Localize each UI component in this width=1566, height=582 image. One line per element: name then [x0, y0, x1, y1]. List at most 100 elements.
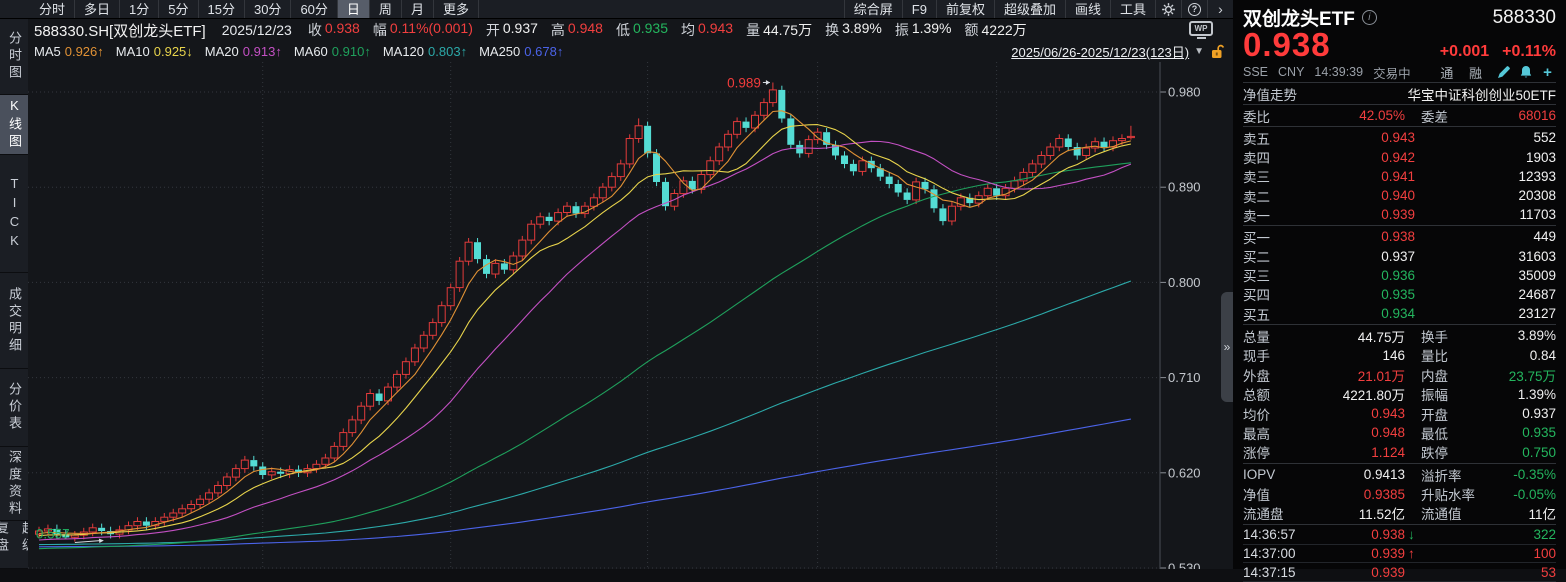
- ask-level-row[interactable]: 卖二 0.940 20308: [1243, 186, 1556, 205]
- ma-value: MA10 0.925↓: [116, 44, 193, 59]
- ask-level-row[interactable]: 卖三 0.941 12393: [1243, 167, 1556, 186]
- bid-level-row[interactable]: 买四 0.935 24687: [1243, 285, 1556, 304]
- sidebar-view-tab[interactable]: TICK: [0, 155, 28, 273]
- svg-text:0.800: 0.800: [1168, 275, 1201, 290]
- divider: [1243, 463, 1556, 464]
- price-row: 0.938 +0.001 +0.11%: [1243, 30, 1556, 63]
- quote-field: 振 1.39%: [895, 20, 952, 40]
- quote-field: 开 0.937: [486, 20, 538, 40]
- stats-row: 总额 4221.80万 振幅 1.39%: [1243, 384, 1556, 403]
- panel-collapse-handle[interactable]: »: [1221, 292, 1233, 402]
- toolbar-action-button[interactable]: 工具: [1110, 0, 1155, 18]
- period-tab[interactable]: 5分: [159, 0, 198, 18]
- time-sales-row: 14:37:00 0.939 ↑ 100: [1243, 545, 1556, 564]
- stats-row: 总量 44.75万 换手 3.89%: [1243, 326, 1556, 345]
- trading-status: 交易中: [1373, 63, 1411, 82]
- alert-bell-icon[interactable]: [1517, 65, 1534, 79]
- toolbar-action-button[interactable]: 画线: [1065, 0, 1110, 18]
- period-tab[interactable]: 60分: [291, 0, 337, 18]
- svg-text:0.890: 0.890: [1168, 180, 1201, 195]
- last-price: 0.938: [1243, 30, 1331, 60]
- divider: [1243, 524, 1556, 525]
- svg-text:0.530: 0.530: [1168, 561, 1201, 570]
- ma-indicator-bar: MA5 0.926↑ MA10 0.925↓ MA20 0.913↑ MA60 …: [28, 41, 1233, 62]
- period-tab[interactable]: 30分: [245, 0, 291, 18]
- date-range-selector[interactable]: 2025/06/26-2025/12/23(123日): [1011, 42, 1189, 61]
- symbol-label: 588330.SH[双创龙头ETF]: [34, 20, 206, 41]
- period-tab[interactable]: 1分: [120, 0, 159, 18]
- ma-value: MA60 0.910↑: [294, 44, 371, 59]
- ask-level-row[interactable]: 卖四 0.942 1903: [1243, 148, 1556, 167]
- bid-level-row[interactable]: 买三 0.936 35009: [1243, 266, 1556, 285]
- sidebar-view-tab[interactable]: 分价表: [0, 369, 28, 447]
- chevron-right-icon[interactable]: ›: [1207, 0, 1233, 18]
- toolbar-action-button[interactable]: 综合屏: [844, 0, 902, 18]
- ask-level-row[interactable]: 卖五 0.943 552: [1243, 128, 1556, 147]
- sidebar-view-tab[interactable]: K线图: [0, 95, 28, 155]
- trade-date-label: 2025/12/23: [222, 22, 292, 38]
- instrument-code: 588330: [1493, 7, 1556, 29]
- quote-field: 低 0.935: [616, 20, 668, 40]
- bid-level-row[interactable]: 买二 0.937 31603: [1243, 247, 1556, 266]
- ma-value: MA120 0.803↑: [383, 44, 467, 59]
- kline-chart-canvas[interactable]: 0.9800.8900.8000.7100.6200.5300.9890.557: [28, 62, 1233, 569]
- stats-row: 现手 146 量比 0.84: [1243, 346, 1556, 365]
- quote-field: 高 0.948: [551, 20, 603, 40]
- period-tab[interactable]: 更多: [434, 0, 479, 18]
- currency-label: CNY: [1278, 65, 1304, 79]
- help-icon[interactable]: ?: [1181, 0, 1207, 18]
- sidebar-view-tab[interactable]: 分时图: [0, 19, 28, 95]
- info-icon[interactable]: i: [1362, 10, 1377, 25]
- period-tab-list: 分时多日1分5分15分30分60分日周月更多: [30, 0, 479, 18]
- svg-text:0.980: 0.980: [1168, 85, 1201, 100]
- period-tab[interactable]: 月: [402, 0, 434, 18]
- quote-field: 量 44.75万: [746, 20, 812, 40]
- stats-section-main: 总量 44.75万 换手 3.89% 现手 146 量比 0.84 外盘 21.…: [1243, 326, 1556, 462]
- time-sales-row: 14:37:15 0.939 53: [1243, 563, 1556, 582]
- stats-row: 净值 0.9385 升贴水率 -0.05%: [1243, 484, 1556, 503]
- quote-info-bar: 588330.SH[双创龙头ETF] 2025/12/23 收 0.938 幅 …: [28, 19, 1233, 41]
- svg-text:0.620: 0.620: [1168, 465, 1201, 480]
- toolbar-action-button[interactable]: 超级叠加: [994, 0, 1065, 18]
- period-tab[interactable]: 周: [370, 0, 402, 18]
- period-tab[interactable]: 分时: [30, 0, 75, 18]
- sidebar-view-tab[interactable]: 深度资料: [0, 447, 28, 521]
- quote-field: 换 3.89%: [825, 20, 882, 40]
- quote-field: 额 4222万: [965, 20, 1027, 40]
- toolbar-action-button[interactable]: 前复权: [936, 0, 994, 18]
- quote-field-list: 收 0.938 幅 0.11%(0.001) 开 0.937 高 0.948 低…: [308, 20, 1040, 40]
- bid-level-row[interactable]: 买一 0.938 449: [1243, 227, 1556, 246]
- stats-row: 均价 0.943 开盘 0.937: [1243, 404, 1556, 423]
- stats-section-fund: IOPV 0.9413 溢折率 -0.35% 净值 0.9385 升贴水率 -0…: [1243, 465, 1556, 523]
- ask-level-row[interactable]: 卖一 0.939 11703: [1243, 205, 1556, 224]
- bid-levels: 买一 0.938 449 买二 0.937 31603 买三 0.936 350…: [1243, 227, 1556, 323]
- bid-level-row[interactable]: 买五 0.934 23127: [1243, 304, 1556, 323]
- stats-row: 涨停 1.124 跌停 0.750: [1243, 443, 1556, 462]
- settings-gear-icon[interactable]: [1155, 0, 1181, 18]
- commission-diff-value: 68016: [1493, 108, 1556, 123]
- stats-row: IOPV 0.9413 溢折率 -0.35%: [1243, 465, 1556, 484]
- time-sales-list: 14:36:57 0.938 ↓ 322 14:37:00 0.939 ↑ 10…: [1243, 526, 1556, 582]
- sidebar-view-tab[interactable]: 超级复盘: [0, 521, 28, 569]
- period-tab[interactable]: 日: [338, 0, 370, 18]
- unlock-icon[interactable]: [1211, 44, 1225, 60]
- period-tab[interactable]: 15分: [199, 0, 245, 18]
- wp-monitor-icon[interactable]: WP: [1189, 21, 1213, 39]
- chevron-down-icon[interactable]: ▼: [1194, 46, 1204, 57]
- nav-trend-row[interactable]: 净值走势 华宝中证科创创业50ETF: [1243, 84, 1556, 103]
- svg-text:0.710: 0.710: [1168, 370, 1201, 385]
- quote-panel: » 双创龙头ETF i 588330 0.938 +0.001 +0.11% S…: [1233, 0, 1566, 569]
- ma-value: MA5 0.926↑: [34, 44, 104, 59]
- toolbar-action-button[interactable]: F9: [902, 0, 936, 18]
- quote-field: 幅 0.11%(0.001): [373, 20, 473, 40]
- sidebar-view-tab[interactable]: 成交明细: [0, 273, 28, 369]
- tick-direction-icon: ↑: [1405, 546, 1421, 561]
- svg-text:0.557: 0.557: [36, 526, 70, 541]
- quote-field: 收 0.938: [308, 20, 360, 40]
- stats-row: 最高 0.948 最低 0.935: [1243, 423, 1556, 442]
- add-plus-icon[interactable]: +: [1539, 65, 1556, 79]
- quote-time: 14:39:39: [1314, 65, 1363, 79]
- period-tab[interactable]: 多日: [75, 0, 120, 18]
- price-change-pct: +0.11%: [1502, 43, 1556, 61]
- edit-pencil-icon[interactable]: [1495, 65, 1512, 79]
